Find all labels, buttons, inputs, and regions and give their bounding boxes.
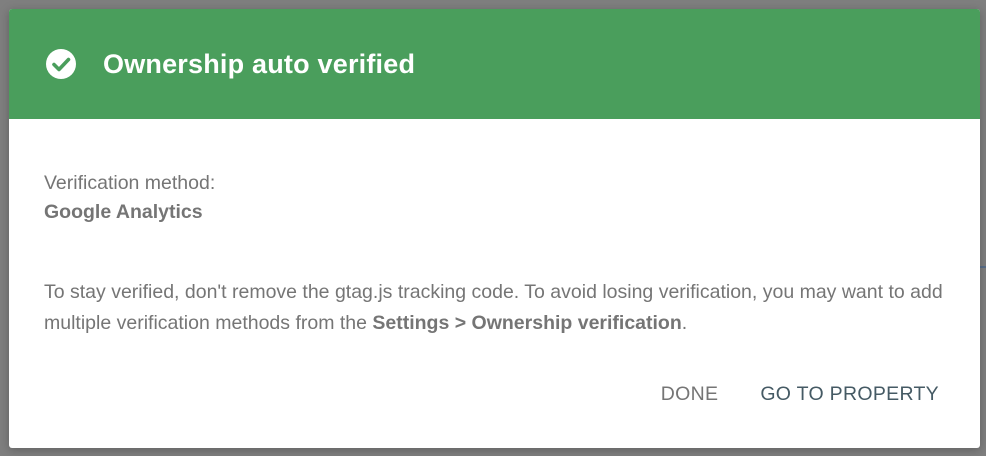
verification-dialog: Ownership auto verified Verification met…	[9, 9, 980, 448]
check-circle-icon	[44, 47, 78, 81]
dialog-actions: DONE GO TO PROPERTY	[651, 377, 949, 412]
note-end: .	[681, 312, 688, 334]
done-button[interactable]: DONE	[651, 377, 729, 412]
verification-note: To stay verified, don't remove the gtag.…	[44, 277, 945, 339]
verification-method-value: Google Analytics	[44, 201, 203, 223]
settings-path: Settings > Ownership verification	[372, 312, 682, 334]
dialog-title: Ownership auto verified	[103, 48, 416, 79]
dialog-header: Ownership auto verified	[9, 9, 980, 119]
verification-method-label: Verification method:	[44, 172, 216, 194]
go-to-property-button[interactable]: GO TO PROPERTY	[750, 377, 949, 412]
dialog-body: Verification method: Google Analytics To…	[9, 119, 980, 339]
